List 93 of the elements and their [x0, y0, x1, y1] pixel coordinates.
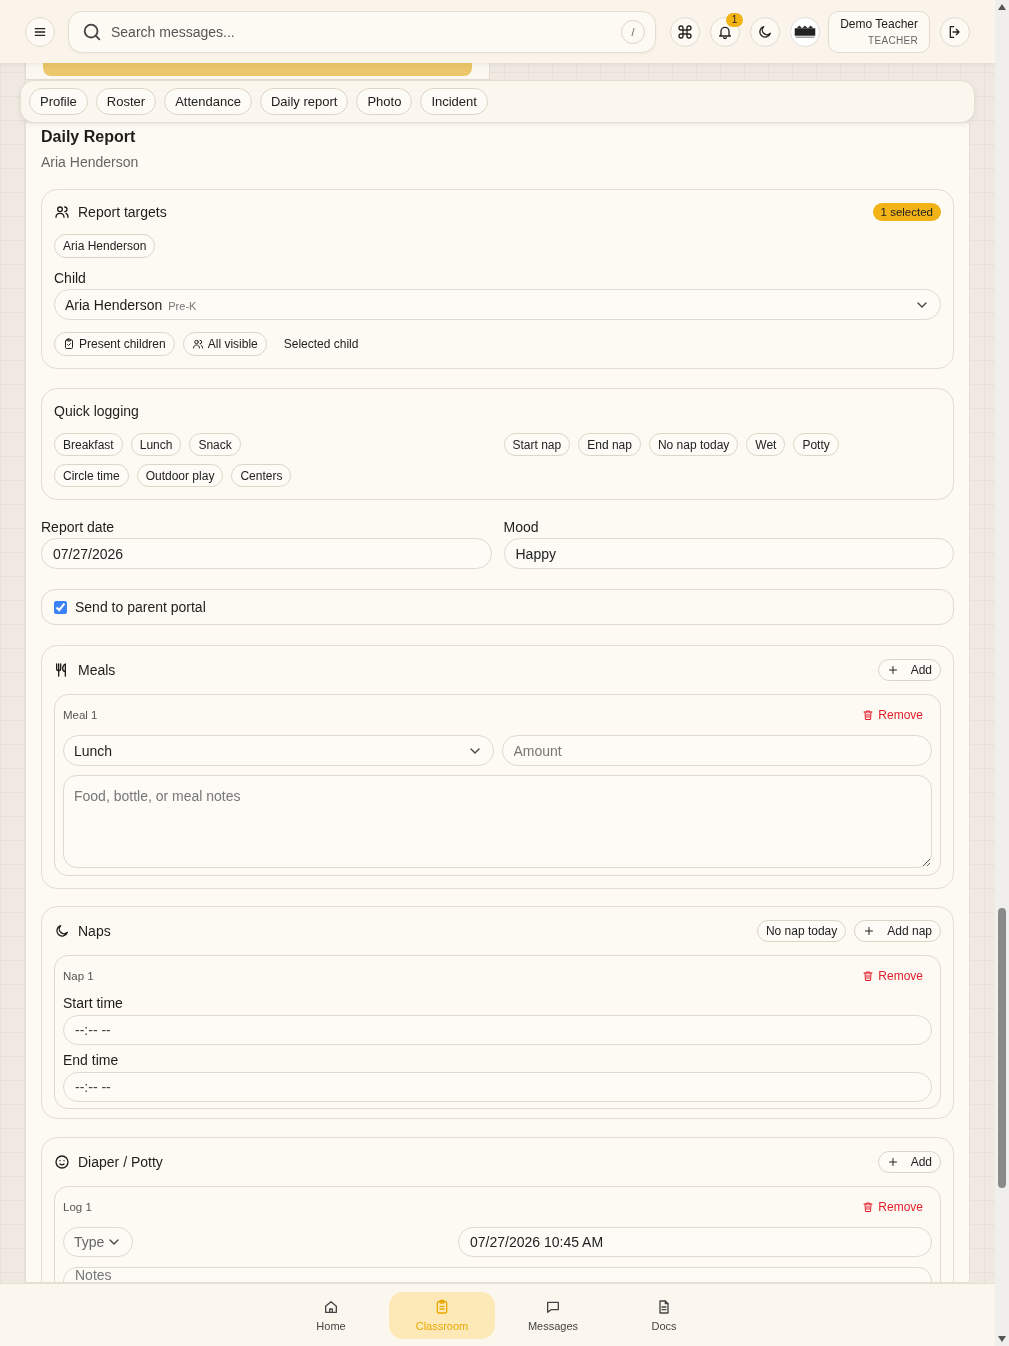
user-name: Demo Teacher	[840, 17, 918, 31]
field-label: Report date	[41, 520, 116, 535]
theme-button[interactable]	[750, 16, 780, 47]
plus-icon	[886, 1156, 899, 1168]
field-label: Mood	[503, 520, 540, 535]
document-icon	[656, 1298, 672, 1315]
input-field[interactable]: Happy	[503, 538, 954, 569]
smiley-icon	[54, 1154, 70, 1170]
trash-icon	[862, 970, 875, 982]
notes-field[interactable]: Food, bottle, or meal notes	[63, 775, 932, 868]
add-nap-button[interactable]: Add nap	[854, 920, 941, 942]
section-title: Diaper / Potty	[78, 1154, 164, 1170]
add-button[interactable]: Add	[877, 659, 941, 681]
notification-count: 1	[726, 12, 743, 27]
field-label: End time	[63, 1052, 120, 1068]
filter-link[interactable]: Selected child	[274, 332, 368, 356]
search-field[interactable]: Search messages... /	[68, 10, 656, 53]
quick-log-button[interactable]: Snack	[189, 433, 241, 456]
section-title: Quick logging	[54, 403, 140, 419]
nav-item[interactable]: Messages	[500, 1291, 606, 1339]
users-icon	[54, 204, 70, 220]
quick-log-button[interactable]: Start nap	[503, 433, 571, 456]
datetime-field[interactable]: 07/27/2026 10:45 AM	[458, 1227, 932, 1257]
home-icon	[323, 1298, 339, 1315]
select-placeholder: Type	[74, 1234, 106, 1250]
nav-item[interactable]: Home	[278, 1291, 384, 1339]
entry-title: Nap 1	[63, 970, 95, 982]
field-label: Child	[54, 270, 87, 286]
quick-log-button[interactable]: Centers	[231, 464, 292, 487]
select-value: Aria Henderson	[65, 296, 163, 313]
entry-title: Meal 1	[63, 709, 99, 721]
child-chip[interactable]: Aria Henderson	[54, 234, 156, 258]
meal-type-select[interactable]: Lunch	[63, 735, 494, 766]
tab[interactable]: Daily report	[259, 88, 349, 115]
quick-log-button[interactable]: End nap	[578, 433, 641, 456]
time-field[interactable]: --:-- --	[63, 1015, 932, 1045]
input-field[interactable]: Amount	[501, 735, 932, 766]
notifications-button[interactable]: 1	[710, 16, 740, 47]
quick-log-button[interactable]: Lunch	[130, 433, 182, 456]
clipboard-check-icon	[63, 338, 75, 350]
user-menu-button[interactable]: Demo Teacher TEACHER	[828, 10, 930, 53]
remove-button[interactable]: Remove	[862, 1200, 923, 1214]
type-select[interactable]: Type	[63, 1227, 133, 1257]
moon-icon	[54, 923, 70, 939]
section-title: Report targets	[78, 204, 168, 220]
add-button[interactable]: Add	[877, 1151, 941, 1173]
tab[interactable]: Photo	[356, 88, 413, 115]
section-title: Naps	[78, 923, 112, 939]
clipboard-icon	[434, 1298, 450, 1315]
logout-button[interactable]	[940, 16, 970, 47]
quick-log-button[interactable]: No nap today	[648, 433, 739, 456]
user-role: TEACHER	[868, 35, 918, 46]
trash-icon	[862, 709, 875, 721]
search-input[interactable]: Search messages...	[109, 22, 621, 41]
remove-button[interactable]: Remove	[862, 708, 923, 722]
trash-icon	[862, 1201, 875, 1213]
tab[interactable]: Profile	[29, 88, 88, 115]
plus-icon	[863, 925, 876, 937]
quick-log-button[interactable]: Potty	[793, 433, 839, 456]
no-nap-button[interactable]: No nap today	[756, 920, 847, 942]
plus-icon	[886, 664, 899, 676]
tab[interactable]: Attendance	[164, 88, 252, 115]
quick-log-button[interactable]: Circle time	[54, 464, 129, 487]
menu-button[interactable]	[25, 16, 55, 47]
time-field[interactable]: --:-- --	[63, 1072, 932, 1102]
command-button[interactable]	[670, 16, 700, 47]
checkbox[interactable]	[54, 600, 67, 614]
class-tag: Pre-K	[168, 299, 197, 312]
section-title: Meals	[78, 662, 117, 678]
quick-log-button[interactable]: Wet	[746, 433, 786, 456]
tab[interactable]: Incident	[420, 88, 488, 115]
tab[interactable]: Roster	[95, 88, 157, 115]
filter-button[interactable]: Present children	[54, 332, 175, 356]
selected-count-badge: 1 selected	[872, 203, 941, 221]
page-subtitle: Aria Henderson	[41, 153, 140, 171]
input-field[interactable]: 07/27/2026	[41, 538, 492, 569]
quick-log-button[interactable]: Outdoor play	[136, 464, 224, 487]
nav-item[interactable]: Docs	[611, 1291, 717, 1339]
moon-icon	[757, 23, 773, 40]
avatar[interactable]	[790, 16, 820, 47]
command-icon	[677, 23, 693, 40]
quick-log-button[interactable]: Breakfast	[54, 433, 123, 456]
filter-button[interactable]: All visible	[182, 332, 267, 356]
field-label: Start time	[63, 995, 124, 1011]
child-select[interactable]: Aria Henderson Pre-K	[54, 289, 941, 320]
checkbox-label: Send to parent portal	[75, 599, 206, 615]
users-icon	[191, 338, 204, 350]
notes-field[interactable]: Notes	[63, 1267, 932, 1282]
scrollbar-drawing[interactable]	[995, 0, 1009, 1346]
entry-title: Log 1	[63, 1201, 93, 1213]
page-title: Daily Report	[41, 127, 137, 147]
select-value: Lunch	[74, 742, 114, 759]
remove-button[interactable]: Remove	[862, 969, 923, 983]
